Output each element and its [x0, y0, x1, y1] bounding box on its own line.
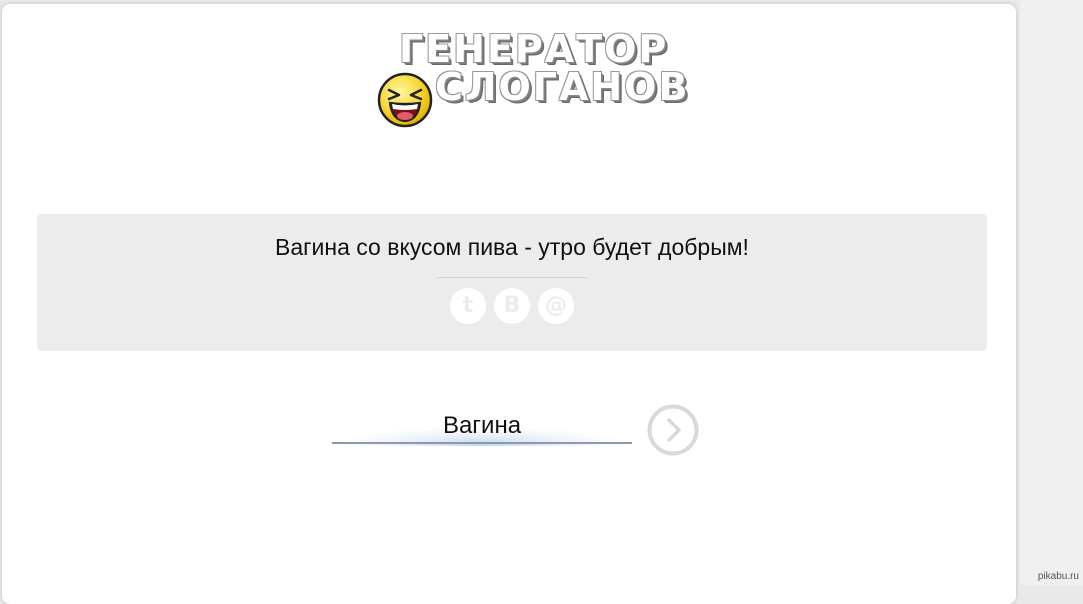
word-input[interactable]	[332, 404, 632, 444]
page-container: ГЕНЕРАТОР СЛОГАНОВ Вагина со вкусом пива…	[2, 4, 1016, 604]
word-input-wrapper	[332, 404, 632, 446]
email-glyph: @	[538, 288, 574, 324]
generate-arrow-button[interactable]	[647, 404, 699, 456]
site-logo[interactable]: ГЕНЕРАТОР СЛОГАНОВ	[377, 28, 667, 128]
logo-line-1: ГЕНЕРАТОР	[399, 30, 668, 68]
twitter-glyph: t	[450, 288, 486, 324]
vk-icon[interactable]: B	[494, 288, 530, 324]
watermark: pikabu.ru	[1038, 571, 1079, 582]
slogan-divider	[437, 277, 587, 278]
logo-line-2: СЛОГАНОВ	[435, 68, 689, 106]
share-icons: t B @	[37, 288, 987, 324]
twitter-icon[interactable]: t	[450, 288, 486, 324]
slogan-box: Вагина со вкусом пива - утро будет добры…	[37, 214, 987, 351]
generated-slogan: Вагина со вкусом пива - утро будет добры…	[37, 234, 987, 261]
vk-glyph: B	[494, 288, 530, 324]
laughing-smiley-icon	[377, 72, 433, 128]
browser-side-strip	[1020, 0, 1083, 585]
email-icon[interactable]: @	[538, 288, 574, 324]
